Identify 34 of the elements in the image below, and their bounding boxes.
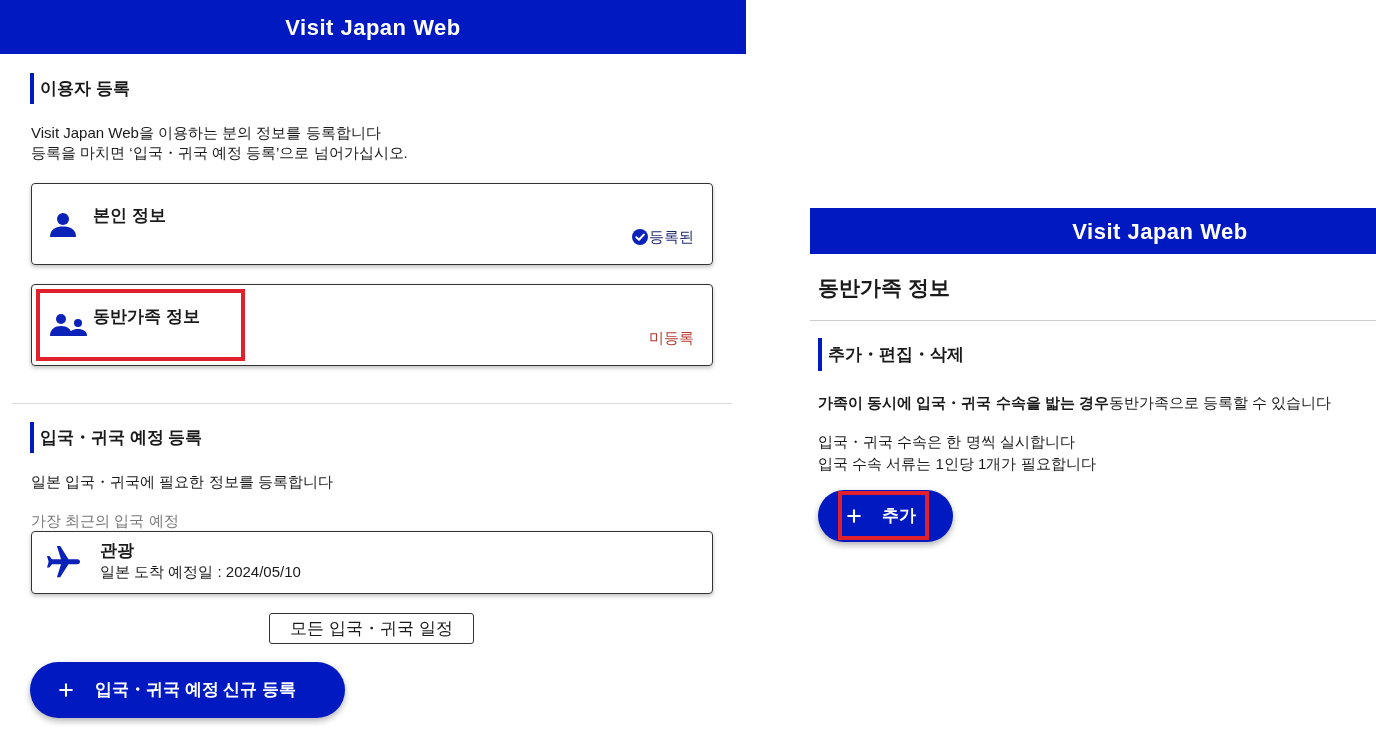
registration-card[interactable]: 동반가족 정보 미등록 (31, 284, 713, 366)
airplane-icon (47, 546, 80, 579)
description-text: Visit Japan Web을 이용하는 분의 정보를 등록합니다 (31, 123, 382, 143)
page-title: 동반가족 정보 (817, 275, 951, 301)
arrival-date-text: 일본 도착 예정일 : 2024/05/10 (100, 561, 301, 582)
status-text: 미등록 (649, 328, 694, 348)
add-button[interactable]: 추가 (818, 490, 953, 542)
heading-accent-bar (30, 422, 34, 453)
two-people-icon (50, 314, 87, 336)
section-heading: 이용자 등록 (40, 77, 130, 100)
all-trips-button[interactable]: 모든 입국・귀국 일정 (269, 613, 474, 644)
description-text: 일본 입국・귀국에 필요한 정보를 등록합니다 (30, 472, 334, 492)
plus-icon (56, 680, 76, 700)
description-text: 등록을 마치면 ‘입국・귀국 예정 등록’으로 넘어가십시오. (31, 143, 409, 163)
registration-card[interactable]: 본인 정보 등록된 (31, 183, 713, 265)
person-icon (50, 213, 76, 237)
note-text: 입국・귀국 수속은 한 명씩 실시합니다 (818, 432, 1076, 452)
app-title: Visit Japan Web (1072, 217, 1248, 246)
plus-icon (844, 506, 864, 526)
card-title: 동반가족 정보 (93, 306, 200, 328)
latest-trip-label: 가장 최근의 입국 예정 (30, 511, 180, 531)
description-text: 가족이 동시에 입국・귀국 수속을 밟는 경우동반가족으로 등록할 수 있습니다 (818, 393, 1333, 413)
heading-accent-bar (30, 73, 34, 104)
section-heading: 추가・편집・삭제 (828, 343, 964, 366)
trip-card[interactable]: 관광 일본 도착 예정일 : 2024/05/10 (31, 531, 713, 594)
card-title: 본인 정보 (93, 205, 166, 227)
section-heading: 입국・귀국 예정 등록 (40, 426, 203, 449)
app-title: Visit Japan Web (285, 13, 461, 42)
status-text: 등록된 (649, 227, 694, 247)
note-text: 입국 수속 서류는 1인당 1개가 필요합니다 (818, 454, 1097, 474)
heading-accent-bar (818, 338, 822, 371)
check-circle-icon (632, 229, 648, 245)
trip-title: 관광 (100, 539, 135, 562)
new-trip-button[interactable]: 입국・귀국 예정 신규 등록 (30, 662, 345, 718)
